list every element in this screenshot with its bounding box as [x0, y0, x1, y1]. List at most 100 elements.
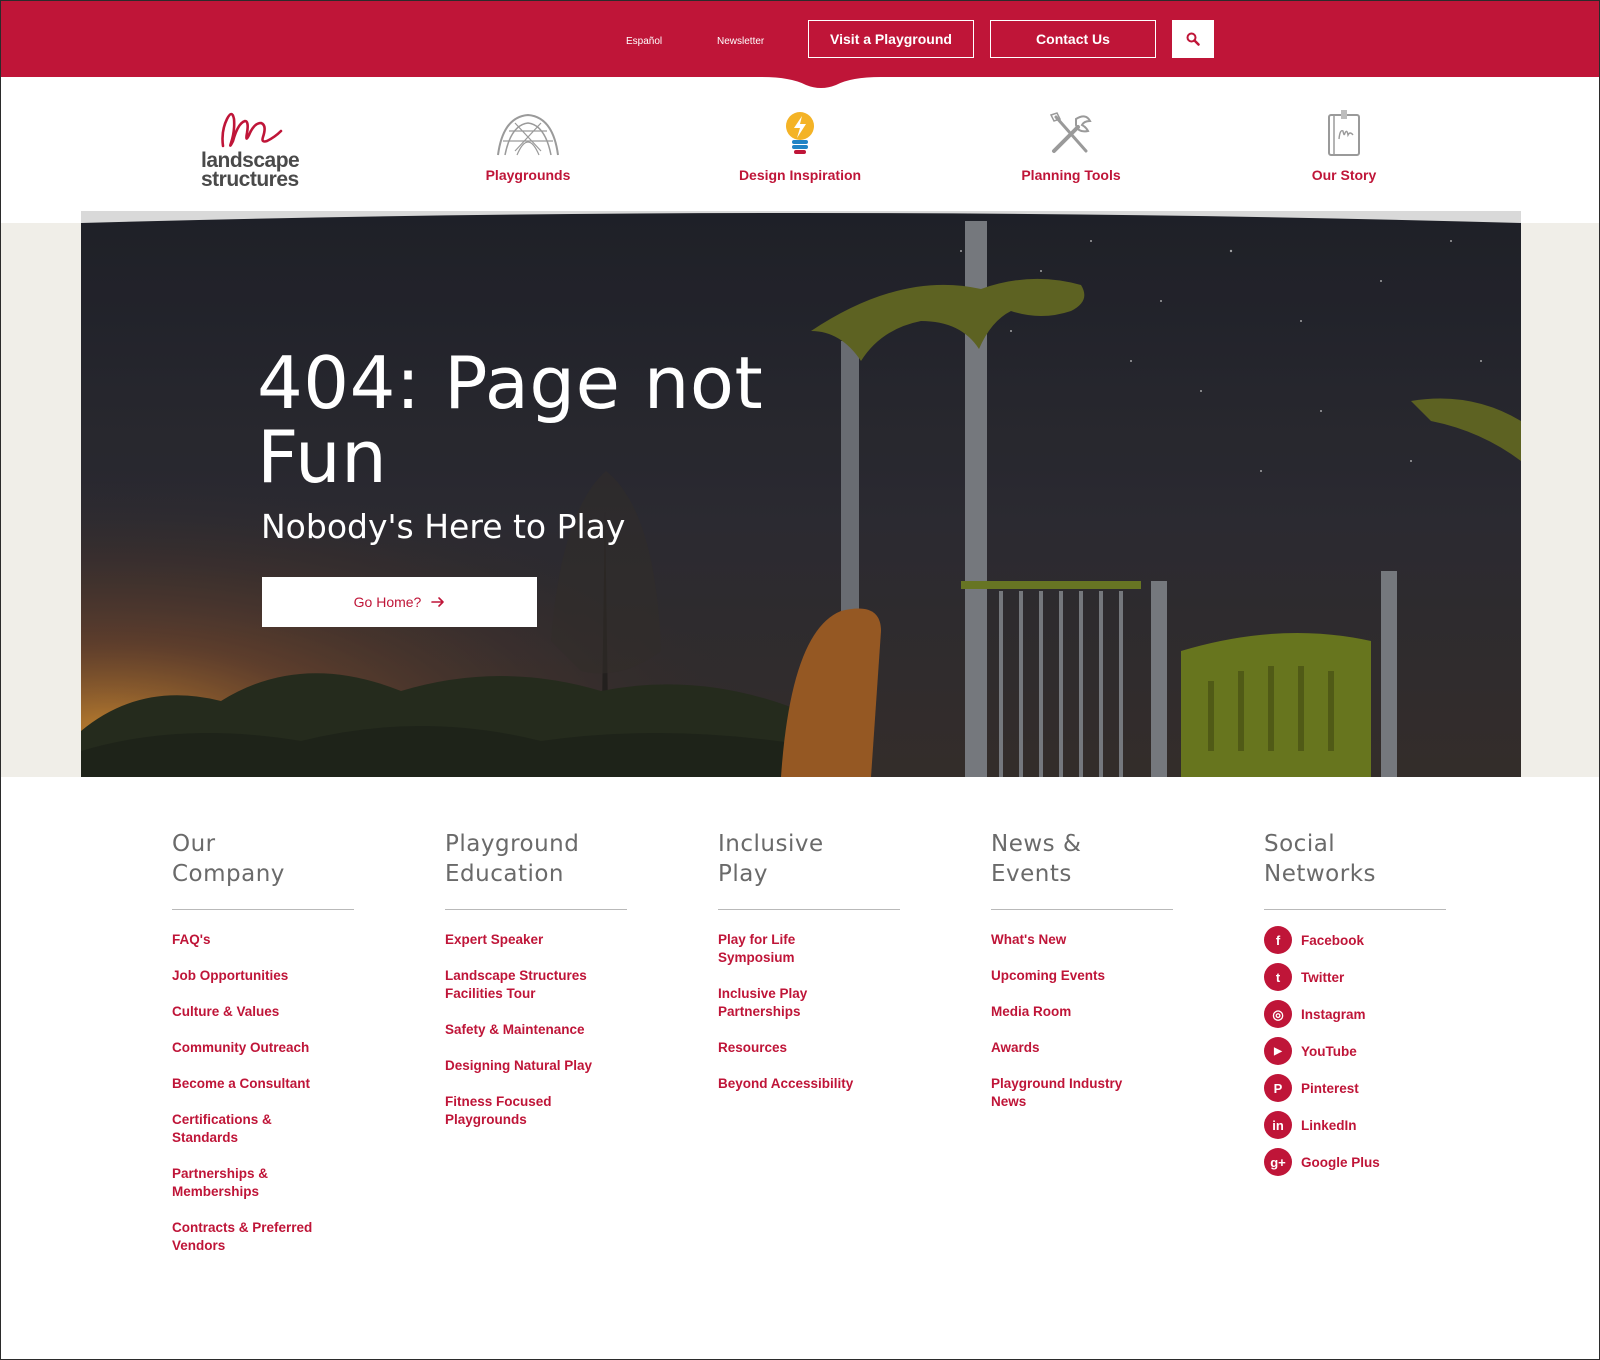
footer-column-our-company: Our Company FAQ's Job Opportunities Cultu…	[172, 829, 354, 1273]
social-link-pinterest[interactable]: P Pinterest	[1264, 1074, 1446, 1102]
footer-link[interactable]: Media Room	[991, 1003, 1173, 1021]
facebook-icon: f	[1264, 926, 1292, 954]
nav-design-inspiration-label: Design Inspiration	[738, 167, 862, 183]
social-label: Facebook	[1301, 932, 1365, 948]
nav-our-story-label: Our Story	[1311, 167, 1377, 183]
linkedin-icon: in	[1264, 1111, 1292, 1139]
footer-heading-line: Playground	[445, 831, 580, 857]
footer-divider	[1264, 909, 1446, 910]
footer-column-social-networks: Social Networks f Facebook t Twitter ◎ Insta…	[1264, 829, 1446, 1185]
google-plus-icon: g+	[1264, 1148, 1292, 1176]
twitter-icon: t	[1264, 963, 1292, 991]
footer-link-list: FAQ's Job Opportunities Culture & Values…	[172, 931, 354, 1255]
footer-link[interactable]: Inclusive Play Partnerships	[718, 985, 828, 1021]
nav-design-inspiration[interactable]: Design Inspiration	[700, 107, 900, 183]
footer-heading-line: News &	[991, 831, 1082, 857]
footer-heading-social-networks: Social Networks	[1264, 829, 1446, 889]
nav-playgrounds[interactable]: Playgrounds	[428, 107, 628, 183]
footer-heading-playground-education: Playground Education	[445, 829, 627, 889]
footer-heading-our-company: Our Company	[172, 829, 354, 889]
footer-link-list: What's New Upcoming Events Media Room Aw…	[991, 931, 1173, 1111]
nav-planning-tools-label: Planning Tools	[1021, 167, 1121, 183]
lightbulb-icon	[786, 112, 814, 154]
nav-our-story[interactable]: Our Story	[1244, 107, 1444, 183]
footer-link-list: Play for Life Symposium Inclusive Play P…	[718, 931, 900, 1093]
footer-link[interactable]: Landscape Structures Facilities Tour	[445, 967, 605, 1003]
footer-link[interactable]: Culture & Values	[172, 1003, 354, 1021]
nav-playgrounds-label: Playgrounds	[485, 167, 571, 183]
footer-divider	[718, 909, 900, 910]
footer-heading-line: Company	[172, 861, 285, 887]
footer-link[interactable]: Designing Natural Play	[445, 1057, 627, 1075]
footer-link[interactable]: Upcoming Events	[991, 967, 1173, 985]
logo-line-2: structures	[201, 168, 299, 191]
footer-column-playground-education: Playground Education Expert Speaker Lands…	[445, 829, 627, 1147]
top-utility-bar: Español Newsletter Visit a Playground Co…	[1, 1, 1599, 77]
footer-heading-inclusive-play: Inclusive Play	[718, 829, 900, 889]
social-link-youtube[interactable]: ▶ YouTube	[1264, 1037, 1446, 1065]
footer-link[interactable]: Become a Consultant	[172, 1075, 354, 1093]
social-label: Twitter	[1301, 969, 1345, 985]
search-button[interactable]	[1172, 20, 1214, 58]
footer-link[interactable]: Community Outreach	[172, 1039, 354, 1057]
footer-link-list: Expert Speaker Landscape Structures Faci…	[445, 931, 627, 1129]
footer-link[interactable]: Fitness Focused Playgrounds	[445, 1093, 565, 1129]
footer-link[interactable]: Contracts & Preferred Vendors	[172, 1219, 332, 1255]
social-label: LinkedIn	[1301, 1117, 1357, 1133]
footer-column-news-events: News & Events What's New Upcoming Events …	[991, 829, 1173, 1129]
footer-link[interactable]: Expert Speaker	[445, 931, 627, 949]
footer-column-inclusive-play: Inclusive Play Play for Life Symposium In…	[718, 829, 900, 1111]
footer-link[interactable]: Certifications & Standards	[172, 1111, 292, 1147]
search-icon	[1186, 32, 1200, 46]
social-label: YouTube	[1301, 1043, 1357, 1059]
social-label: Google Plus	[1301, 1154, 1380, 1170]
social-link-linkedin[interactable]: in LinkedIn	[1264, 1111, 1446, 1139]
espanol-link[interactable]: Español	[626, 36, 662, 47]
footer-link[interactable]: Job Opportunities	[172, 967, 354, 985]
youtube-icon: ▶	[1264, 1037, 1292, 1065]
contact-us-button[interactable]: Contact Us	[990, 20, 1156, 58]
playground-dome-icon	[497, 113, 559, 156]
footer-heading-line: Inclusive	[718, 831, 824, 857]
footer-divider	[172, 909, 354, 910]
footer-link[interactable]: Safety & Maintenance	[445, 1021, 627, 1039]
tools-icon	[1049, 112, 1092, 153]
footer-link[interactable]: Partnerships & Memberships	[172, 1165, 292, 1201]
social-label: Pinterest	[1301, 1080, 1359, 1096]
nav-planning-tools[interactable]: Planning Tools	[971, 107, 1171, 183]
footer-heading-line: Education	[445, 861, 565, 887]
footer-link[interactable]: What's New	[991, 931, 1173, 949]
footer-link[interactable]: Awards	[991, 1039, 1173, 1057]
footer-heading-line: Play	[718, 861, 768, 887]
footer-divider	[991, 909, 1173, 910]
footer-link[interactable]: Playground Industry News	[991, 1075, 1141, 1111]
footer-link[interactable]: Play for Life Symposium	[718, 931, 818, 967]
social-link-google-plus[interactable]: g+ Google Plus	[1264, 1148, 1446, 1176]
book-icon	[1328, 110, 1360, 156]
footer-divider	[445, 909, 627, 910]
instagram-icon: ◎	[1264, 1000, 1292, 1028]
social-label: Instagram	[1301, 1006, 1366, 1022]
visit-playground-button[interactable]: Visit a Playground	[808, 20, 974, 58]
social-link-instagram[interactable]: ◎ Instagram	[1264, 1000, 1446, 1028]
go-home-label: Go Home?	[353, 594, 422, 610]
footer-heading-line: Events	[991, 861, 1072, 887]
newsletter-link[interactable]: Newsletter	[717, 36, 764, 47]
footer-link[interactable]: FAQ's	[172, 931, 354, 949]
social-link-facebook[interactable]: f Facebook	[1264, 926, 1446, 954]
hero-subtitle: Nobody's Here to Play	[261, 507, 626, 546]
hero-title: 404: Page not Fun	[257, 341, 764, 499]
go-home-button[interactable]: Go Home?	[262, 577, 537, 627]
page: Español Newsletter Visit a Playground Co…	[0, 0, 1600, 1360]
footer-link[interactable]: Resources	[718, 1039, 900, 1057]
social-link-twitter[interactable]: t Twitter	[1264, 963, 1446, 991]
arrow-right-icon	[431, 597, 445, 607]
footer-heading-line: Networks	[1264, 861, 1377, 887]
footer-heading-line: Our	[172, 831, 216, 857]
footer-heading-line: Social	[1264, 831, 1336, 857]
footer-link[interactable]: Beyond Accessibility	[718, 1075, 900, 1093]
pinterest-icon: P	[1264, 1074, 1292, 1102]
logo-wordmark[interactable]: landscape structures	[201, 150, 300, 191]
social-link-list: f Facebook t Twitter ◎ Instagram ▶ YouTube P…	[1264, 926, 1446, 1176]
topbar-notch	[761, 71, 881, 88]
